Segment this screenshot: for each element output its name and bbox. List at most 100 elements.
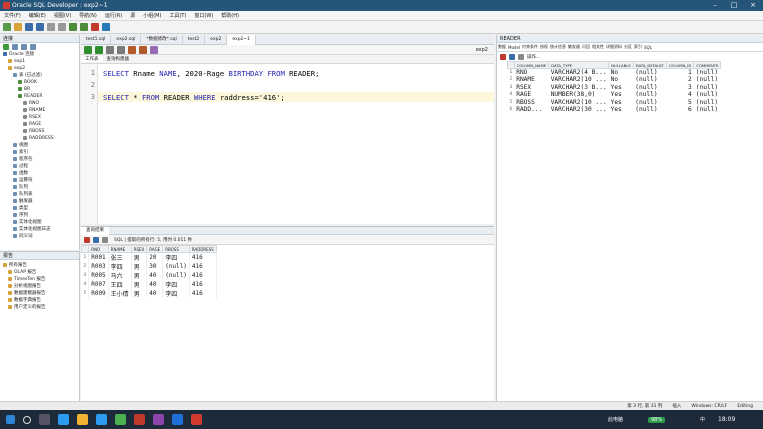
table-row[interactable]: 4 RAGE NUMBER(38,0) Yes (null) 4 (null) [508, 91, 721, 99]
tab-query-builder[interactable]: 查询构建器 [103, 56, 134, 62]
new-icon[interactable] [3, 23, 11, 31]
tree-node[interactable]: 触发器 [0, 198, 79, 205]
word-icon[interactable] [172, 414, 183, 425]
open-icon[interactable] [14, 23, 22, 31]
object-subtab[interactable]: 授权 [539, 44, 549, 50]
table-row[interactable]: 6 RADD... VARCHAR2(30 ... Yes (null) 6 (null) [508, 106, 721, 114]
connection-selector[interactable]: exp2 [476, 47, 488, 53]
tree-node[interactable]: RADDRESS [0, 135, 79, 142]
menu-item-2[interactable]: 视图(V) [50, 12, 75, 19]
tree-node[interactable]: 实体化视图 [0, 219, 79, 226]
code-line[interactable]: SELECT Rname NAME, 2020-Rage BIRTHDAY FR… [103, 69, 319, 78]
tray-label[interactable]: 此电脑 [608, 416, 623, 423]
editor-tab[interactable]: exp2 [205, 34, 228, 45]
minimize-button[interactable]: – [706, 1, 724, 9]
pin-icon[interactable] [84, 236, 90, 243]
tree-node[interactable]: exp1 [0, 58, 79, 65]
report-item[interactable]: 用户定义的报告 [0, 304, 79, 311]
maximize-button[interactable]: □ [725, 1, 743, 9]
pin-icon[interactable] [500, 53, 506, 60]
run-script-icon[interactable] [95, 45, 103, 54]
explain-plan-icon[interactable] [128, 45, 136, 54]
tab-worksheet[interactable]: 工作表 [81, 56, 103, 62]
close-button[interactable]: × [744, 1, 762, 9]
tree-node[interactable]: BR [0, 86, 79, 93]
search-icon[interactable] [23, 415, 31, 424]
editor-tab[interactable]: test2 [183, 34, 206, 45]
tree-node[interactable]: 运算符 [0, 177, 79, 184]
column-header[interactable]: NULLABLE [608, 61, 634, 69]
actions-menu[interactable]: 操作... [527, 54, 540, 60]
table-row[interactable]: 3 RSEX VARCHAR2(3 B... Yes (null) 3 (null) [508, 84, 721, 92]
report-item[interactable]: 数据字典报告 [0, 297, 79, 304]
editor-tab[interactable]: *数据修改*.sql [141, 34, 183, 45]
object-subtab[interactable]: 数据 [497, 44, 507, 50]
menu-item-4[interactable]: 运行(R) [101, 12, 126, 19]
object-subtab[interactable]: 统计信息 [549, 44, 567, 50]
tree-node[interactable]: RNAME [0, 107, 79, 114]
battery-indicator[interactable]: 98% [648, 416, 666, 423]
tree-node[interactable]: 同义词 [0, 233, 79, 240]
tree-node[interactable]: 函数 [0, 170, 79, 177]
tree-node[interactable]: BOOK [0, 79, 79, 86]
table-row[interactable]: 1 R001 张三男 20 李四 416 [81, 252, 217, 262]
tree-node[interactable]: RNO [0, 100, 79, 107]
task-view-icon[interactable] [39, 414, 50, 425]
editor-tab[interactable]: exp2.sql [111, 34, 142, 45]
redo-icon[interactable] [58, 23, 66, 31]
tree-node[interactable]: Oracle 连接 [0, 51, 79, 58]
table-row[interactable]: 5 RBOSS VARCHAR2(10 ... Yes (null) 5 (null) [508, 99, 721, 107]
run-statement-icon[interactable] [84, 45, 92, 54]
table-row[interactable]: 4 R007 王四男 40 李四 416 [81, 280, 217, 289]
tab-query-result[interactable]: 查询结果 [81, 226, 109, 235]
tree-node[interactable]: RSEX [0, 114, 79, 121]
clear-icon[interactable] [150, 45, 158, 54]
explorer-icon[interactable] [77, 414, 88, 425]
column-header[interactable]: DATA_TYPE [548, 61, 610, 69]
column-header[interactable]: COLUMN_NAME [513, 61, 550, 69]
tree-node[interactable]: 序列 [0, 212, 79, 219]
tree-node[interactable]: exp2 [0, 65, 79, 72]
sql-icon[interactable] [102, 23, 110, 31]
export-icon[interactable] [93, 236, 99, 243]
filter-icon[interactable] [21, 44, 27, 50]
store-icon[interactable] [96, 414, 107, 425]
wechat-icon[interactable] [115, 414, 126, 425]
refresh-icon[interactable] [518, 53, 524, 60]
column-header[interactable]: RNAME [107, 245, 132, 253]
sqldev-icon[interactable] [191, 414, 202, 425]
clock[interactable]: 18:09 [718, 416, 735, 423]
menu-item-3[interactable]: 导航(N) [75, 12, 101, 19]
object-subtab[interactable]: Model [507, 45, 521, 50]
table-row[interactable]: 2 R003 李四男 30 (null) 416 [81, 262, 217, 271]
column-header[interactable]: RBOSS [162, 245, 190, 253]
table-row[interactable]: 2 RNAME VARCHAR2(10 ... No (null) 2 (null) [508, 76, 721, 84]
tree-node[interactable]: 过程 [0, 163, 79, 170]
editor-tab[interactable]: exp2~1 [227, 34, 257, 45]
tree-node[interactable]: 队列表 [0, 191, 79, 198]
tree-node[interactable]: READER [0, 93, 79, 100]
code-line[interactable]: SELECT * FROM READER WHERE raddress='416… [103, 93, 285, 102]
object-subtab[interactable]: 详细资料 [605, 44, 623, 50]
edge-icon[interactable] [58, 414, 69, 425]
app2-icon[interactable] [153, 414, 164, 425]
results-grid[interactable]: RNO RNAME RSEX RAGE RBOSS RADDRESS 1 R001 张三男 20 李… [80, 245, 494, 401]
tree-node[interactable]: 索引 [0, 149, 79, 156]
rollback-icon[interactable] [117, 45, 125, 54]
object-subtab[interactable]: 约束条件 [521, 44, 539, 50]
object-subtab[interactable]: 触发器 [567, 44, 581, 50]
menu-item-6[interactable]: 小组(M) [139, 12, 165, 19]
tree-node[interactable]: RAGE [0, 121, 79, 128]
add-connection-icon[interactable] [3, 44, 9, 50]
column-header[interactable]: RSEX [130, 245, 148, 253]
object-subtab[interactable]: 闪回 [581, 44, 591, 50]
column-header[interactable]: DATA_DEFAULT [632, 61, 667, 69]
menu-item-1[interactable]: 编辑(E) [25, 12, 50, 19]
column-header[interactable]: COMMENTS [693, 61, 722, 69]
save-icon[interactable] [25, 23, 33, 31]
report-item[interactable]: 数据建模器报告 [0, 290, 79, 297]
object-subtab[interactable]: 分区 [623, 44, 633, 50]
edit-icon[interactable] [509, 53, 515, 60]
menu-item-5[interactable]: 源 [126, 12, 139, 19]
undo-icon[interactable] [47, 23, 55, 31]
